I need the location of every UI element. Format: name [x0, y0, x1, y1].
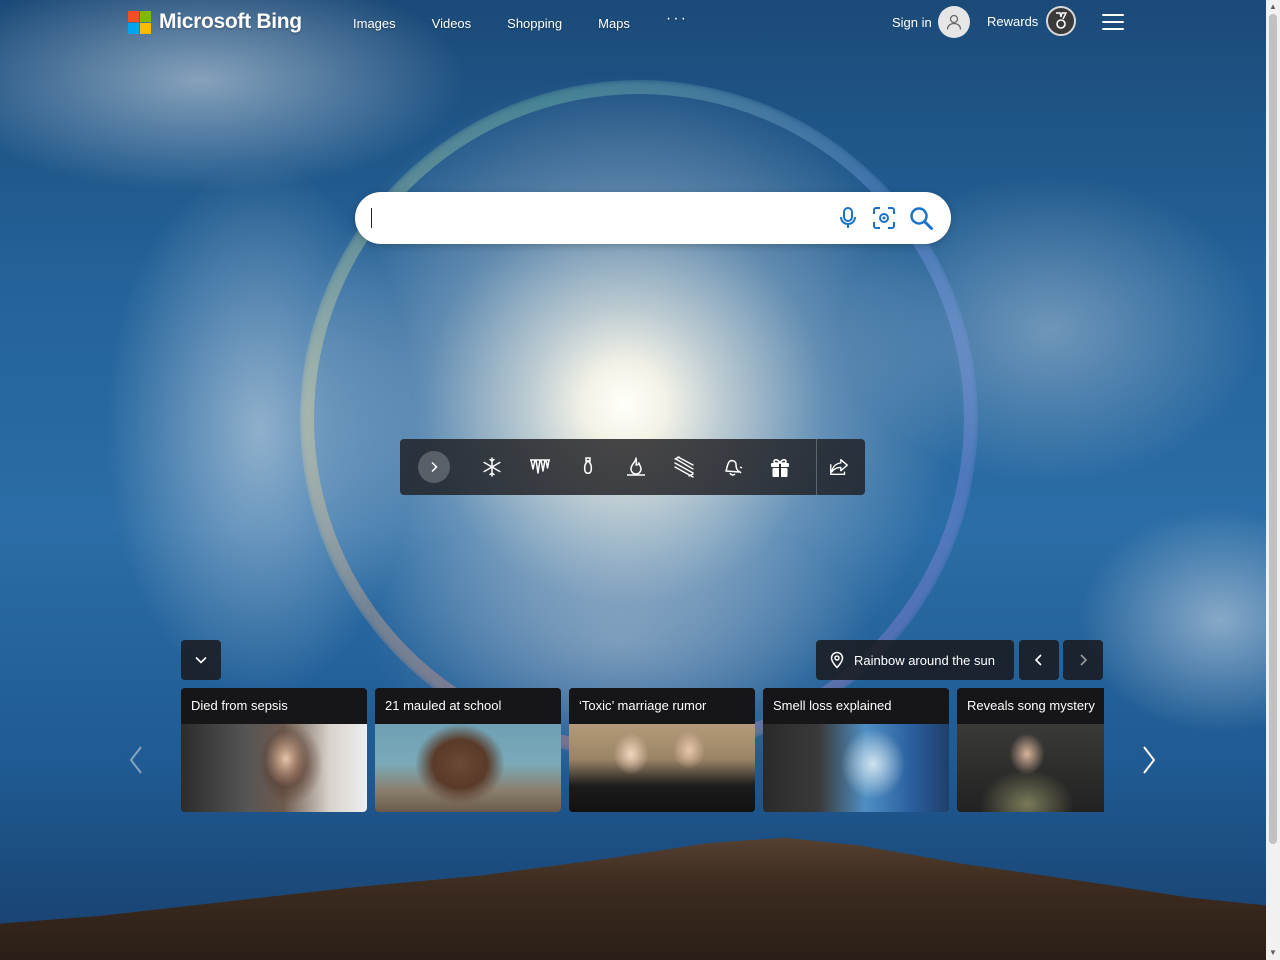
chevron-right-icon — [431, 461, 438, 473]
rewards-medal-icon — [1046, 6, 1077, 36]
chevron-left-icon — [1034, 654, 1042, 666]
bell-icon[interactable] — [720, 455, 744, 479]
rewards-button[interactable]: Rewards — [987, 6, 1077, 36]
toolbar-toggle-button[interactable] — [418, 451, 450, 483]
holiday-toolbar — [400, 439, 865, 495]
icicles-icon[interactable] — [528, 455, 552, 479]
scroll-up-arrow[interactable]: ▲ — [1266, 0, 1280, 14]
news-card-image — [569, 724, 755, 812]
news-card[interactable]: ‘Toxic’ marriage rumor — [569, 688, 755, 812]
search-input[interactable] — [371, 202, 815, 236]
news-card[interactable]: Reveals song mystery — [957, 688, 1104, 812]
logo-text: Microsoft Bing — [159, 10, 302, 33]
previous-image-button[interactable] — [1019, 640, 1059, 680]
scroll-down-arrow[interactable]: ▼ — [1266, 946, 1280, 960]
carousel-prev-arrow[interactable] — [121, 740, 151, 780]
news-card-title: Died from sepsis — [181, 688, 367, 724]
news-card-title: ‘Toxic’ marriage rumor — [569, 688, 755, 724]
text-caret — [371, 208, 372, 228]
nav-images[interactable]: Images — [335, 14, 414, 33]
ribbon-icon[interactable] — [672, 455, 696, 479]
news-card-image — [763, 724, 949, 812]
next-image-button[interactable] — [1063, 640, 1103, 680]
scroll-thumb[interactable] — [1269, 14, 1277, 844]
collapse-feed-button[interactable] — [181, 640, 221, 680]
news-card-title: Smell loss explained — [763, 688, 949, 724]
top-nav: Images Videos Shopping Maps ··· — [335, 10, 706, 33]
nav-more-button[interactable]: ··· — [648, 10, 706, 33]
news-card[interactable]: 21 mauled at school — [375, 688, 561, 812]
carousel-next-arrow[interactable] — [1134, 740, 1164, 780]
microphone-icon[interactable] — [835, 205, 861, 231]
news-card-image — [181, 724, 367, 812]
news-card-image — [375, 724, 561, 812]
chevron-right-icon — [1143, 746, 1156, 774]
news-carousel: Died from sepsis 21 mauled at school ‘To… — [181, 688, 1104, 812]
avatar-icon — [937, 6, 970, 38]
nav-shopping[interactable]: Shopping — [489, 14, 580, 33]
rewards-label: Rewards — [987, 13, 1039, 29]
snowflake-icon[interactable] — [480, 455, 504, 479]
microsoft-logo-icon — [128, 10, 151, 34]
location-pin-icon — [830, 651, 844, 669]
news-card-title: 21 mauled at school — [375, 688, 561, 724]
lightbulb-icon[interactable] — [576, 455, 600, 479]
sign-in-label: Sign in — [892, 14, 932, 30]
news-card-image — [957, 724, 1104, 812]
visual-search-icon[interactable] — [871, 205, 897, 231]
nav-maps[interactable]: Maps — [580, 14, 648, 33]
fire-icon[interactable] — [624, 455, 648, 479]
page-scrollbar[interactable]: ▲ ▼ — [1266, 0, 1280, 960]
image-info-button[interactable]: Rainbow around the sun — [816, 640, 1014, 680]
news-card[interactable]: Died from sepsis — [181, 688, 367, 812]
gift-icon[interactable] — [768, 455, 792, 479]
nav-videos[interactable]: Videos — [414, 14, 490, 33]
toolbar-divider — [816, 439, 817, 495]
bing-logo[interactable]: Microsoft Bing — [128, 10, 302, 34]
sign-in-button[interactable]: Sign in — [892, 6, 970, 38]
news-card-title: Reveals song mystery — [957, 688, 1104, 724]
chevron-right-icon — [1080, 654, 1088, 666]
share-icon[interactable] — [828, 456, 850, 478]
chevron-left-icon — [129, 746, 142, 774]
search-icon[interactable] — [908, 205, 934, 231]
mountain-ridge — [0, 837, 1266, 960]
search-box — [355, 192, 951, 244]
chevron-down-icon — [195, 656, 207, 664]
image-info-label: Rainbow around the sun — [854, 652, 995, 668]
news-card[interactable]: Smell loss explained — [763, 688, 949, 812]
menu-hamburger-icon[interactable] — [1102, 14, 1124, 30]
